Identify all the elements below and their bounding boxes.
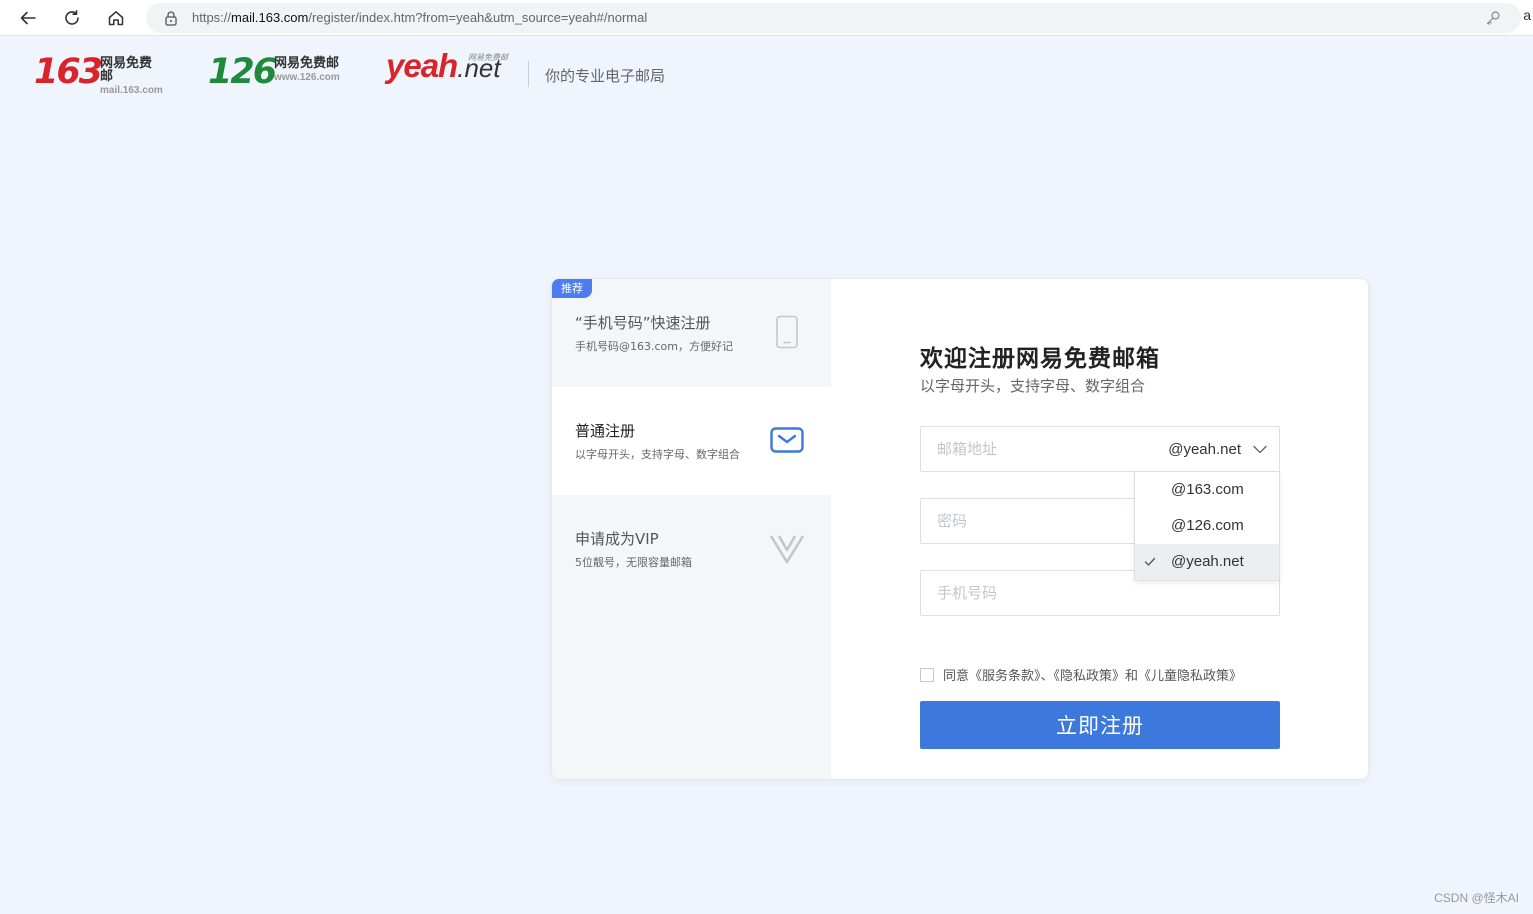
url-text: https://mail.163.com/register/index.htm?… xyxy=(192,10,648,25)
domain-option-label: @yeah.net xyxy=(1171,553,1244,570)
logo-126-domain: www.126.com xyxy=(274,72,340,83)
sidebar-item-phone-register[interactable]: 推荐 “手机号码”快速注册 手机号码@163.com，方便好记 xyxy=(552,279,831,387)
email-input[interactable] xyxy=(921,427,1131,471)
watermark: CSDN @怪木AI xyxy=(1434,891,1519,905)
sidebar-item-desc: 5位靓号，无限容量邮箱 xyxy=(575,556,692,569)
key-icon[interactable] xyxy=(1485,10,1501,30)
agreement-text[interactable]: 同意《服务条款》、《隐私政策》和《儿童隐私政策》 xyxy=(943,665,1242,684)
logo-163-number: 163 xyxy=(34,52,103,92)
home-icon[interactable] xyxy=(104,6,128,30)
sidebar-item-desc: 以字母开头，支持字母、数字组合 xyxy=(575,448,740,461)
domain-option-163[interactable]: @163.com xyxy=(1135,472,1279,508)
back-arrow-icon[interactable] xyxy=(16,6,40,30)
agreement-checkbox[interactable] xyxy=(920,667,934,682)
header-divider xyxy=(528,61,529,87)
mail-icon xyxy=(770,427,804,457)
sidebar-item-normal-register[interactable]: 普通注册 以字母开头，支持字母、数字组合 xyxy=(552,387,831,495)
form-title: 欢迎注册网易免费邮箱 xyxy=(920,346,1160,372)
sidebar-item-title: 申请成为VIP xyxy=(575,530,659,548)
phone-icon xyxy=(775,315,799,353)
register-submit-button[interactable]: 立即注册 xyxy=(920,701,1280,749)
browser-toolbar: https://mail.163.com/register/index.htm?… xyxy=(0,0,1533,36)
domain-select-value: @yeah.net xyxy=(1168,440,1241,458)
password-input[interactable] xyxy=(921,499,1131,543)
chevron-down-icon xyxy=(1253,441,1267,458)
domain-select[interactable]: @yeah.net xyxy=(1168,427,1267,471)
address-bar[interactable]: https://mail.163.com/register/index.htm?… xyxy=(146,3,1521,33)
logo-126-title: 网易免费邮 xyxy=(274,56,340,71)
sidebar-item-vip[interactable]: 申请成为VIP 5位靓号，无限容量邮箱 xyxy=(552,495,831,603)
checkmark-icon xyxy=(1144,544,1156,594)
recommend-badge: 推荐 xyxy=(552,279,592,298)
reload-icon[interactable] xyxy=(60,6,84,30)
domain-option-126[interactable]: @126.com xyxy=(1135,508,1279,544)
domain-dropdown: @163.com @126.com @yeah.net xyxy=(1134,471,1280,581)
agreement-row: 同意《服务条款》、《隐私政策》和《儿童隐私政策》 xyxy=(920,665,1242,684)
logo-yeah-tag: 网易免费邮 xyxy=(468,53,508,62)
register-mode-sidebar: 推荐 “手机号码”快速注册 手机号码@163.com，方便好记 普通注册 以字母… xyxy=(552,279,831,779)
reader-mode-icon[interactable]: a xyxy=(1523,7,1531,23)
logo-163-title: 网易免费邮 xyxy=(100,56,153,84)
logo-163-caption: 网易免费邮 mail.163.com xyxy=(100,57,163,96)
logo-yeah-word: yeah xyxy=(386,47,458,84)
logo-yeah[interactable]: yeah.net 网易免费邮 xyxy=(386,47,508,85)
register-form: 欢迎注册网易免费邮箱 以字母开头，支持字母、数字组合 @yeah.net 同意《… xyxy=(831,279,1368,779)
lock-icon[interactable] xyxy=(164,10,178,30)
domain-option-yeah[interactable]: @yeah.net xyxy=(1135,544,1279,580)
register-card: 推荐 “手机号码”快速注册 手机号码@163.com，方便好记 普通注册 以字母… xyxy=(551,278,1369,780)
email-field: @yeah.net xyxy=(920,426,1280,472)
sidebar-item-desc: 手机号码@163.com，方便好记 xyxy=(575,340,733,353)
logo-163[interactable]: 163 网易免费邮 mail.163.com xyxy=(34,51,163,96)
form-subtitle: 以字母开头，支持字母、数字组合 xyxy=(920,377,1146,395)
header-slogan: 你的专业电子邮局 xyxy=(545,67,666,85)
logo-126-caption: 网易免费邮 www.126.com xyxy=(274,57,340,83)
logo-126-number: 126 xyxy=(208,52,277,92)
sidebar-item-title: “手机号码”快速注册 xyxy=(575,314,711,332)
phone-input[interactable] xyxy=(921,571,1131,615)
sidebar-item-title: 普通注册 xyxy=(575,422,636,440)
vip-icon xyxy=(769,533,805,569)
logo-126[interactable]: 126 网易免费邮 www.126.com xyxy=(208,51,340,93)
logo-163-domain: mail.163.com xyxy=(100,85,163,96)
